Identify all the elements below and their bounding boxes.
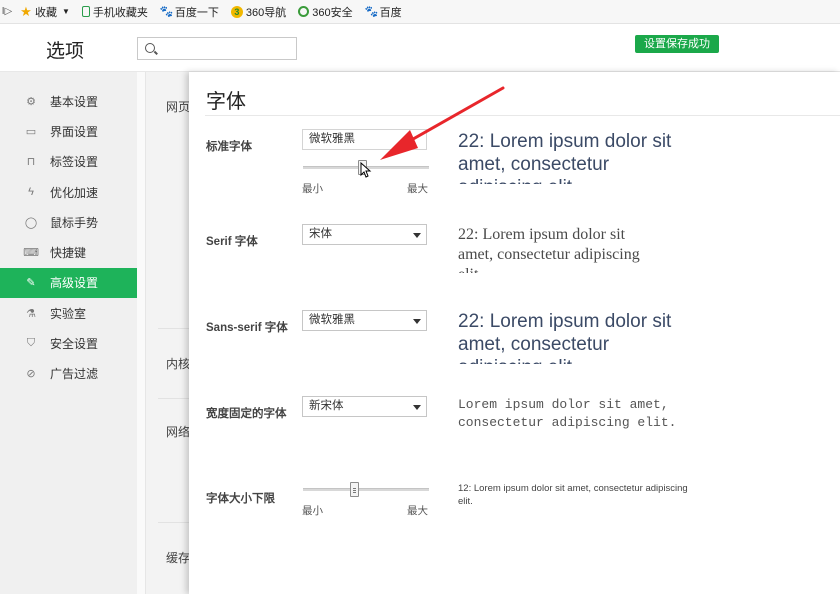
bookmark-label: 手机收藏夹	[92, 6, 148, 19]
sidebar-item-security[interactable]: ⛉ 安全设置	[0, 328, 137, 358]
sidebar-item-optimize[interactable]: ϟ 优化加速	[0, 177, 137, 207]
options-header: 选项 设置保存成功	[0, 25, 840, 72]
dialog-title: 字体	[206, 91, 246, 113]
min-font-size-slider[interactable]	[303, 480, 429, 500]
chevron-down-icon[interactable]: ▼	[62, 7, 70, 16]
360-safe-icon	[298, 6, 310, 17]
mouse-icon: ◯	[24, 216, 38, 229]
sidebar-item-label: 标签设置	[50, 155, 99, 170]
block-icon: ⊘	[26, 368, 36, 381]
section-label-network: 网络	[166, 425, 191, 439]
slider-thumb[interactable]	[350, 482, 359, 497]
bookmark-nav-arrow-icon[interactable]: I▷	[0, 6, 14, 17]
fixed-width-font-value: 新宋体	[309, 400, 344, 412]
sidebar-item-interface[interactable]: ▭ 界面设置	[0, 116, 137, 146]
serif-font-label: Serif 字体	[206, 236, 258, 248]
slider-max-label: 最大	[407, 505, 428, 517]
bookmark-label: 百度	[379, 6, 402, 19]
font-settings-dialog: 字体 标准字体 微软雅黑 最小 最大 22: Lorem ipsum dolor…	[189, 72, 840, 594]
min-font-size-preview: 12: Lorem ipsum dolor sit amet, consecte…	[458, 483, 688, 507]
bookmarks-bar: I▷ ★ 收藏 ▼ 手机收藏夹 🐾 百度一下 3 360导航 360安全 🐾 百…	[0, 0, 840, 24]
fixed-width-font-preview: Lorem ipsum dolor sit amet, consectetur …	[458, 397, 677, 430]
sidebar-item-label: 广告过滤	[50, 367, 99, 382]
bookmark-favorites-label: 收藏	[35, 6, 57, 19]
bookmark-favorites[interactable]: ★ 收藏 ▼	[14, 4, 76, 20]
sidebar-item-lab[interactable]: ⚗ 实验室	[0, 298, 137, 328]
search-box[interactable]	[137, 37, 297, 60]
search-input[interactable]	[160, 40, 290, 57]
sidebar-item-label: 实验室	[50, 306, 87, 321]
sidebar-item-tabs[interactable]: ⊓ 标签设置	[0, 147, 137, 177]
slider-max-label: 最大	[407, 183, 428, 195]
360-nav-icon: 3	[230, 5, 243, 18]
slider-track	[303, 488, 429, 491]
lightning-icon: ϟ	[28, 186, 34, 199]
bookmark-item[interactable]: 🐾 百度	[359, 4, 408, 20]
standard-font-label: 标准字体	[206, 141, 252, 153]
standard-font-select[interactable]: 微软雅黑	[302, 129, 427, 150]
sidebar-item-label: 快捷键	[50, 246, 87, 261]
sidebar-item-label: 安全设置	[50, 337, 99, 352]
sidebar-item-label: 界面设置	[50, 124, 99, 139]
sans-serif-font-select[interactable]: 微软雅黑	[302, 310, 427, 331]
bookmark-item[interactable]: 手机收藏夹	[76, 4, 154, 20]
search-icon	[145, 43, 155, 53]
sidebar-item-label: 优化加速	[50, 185, 99, 200]
chevron-down-icon	[413, 405, 421, 410]
mouse-cursor-icon	[360, 162, 372, 178]
sans-serif-font-value: 微软雅黑	[309, 314, 355, 326]
gear-icon: ⚙	[26, 95, 36, 108]
sidebar-item-advanced[interactable]: ✎ 高级设置	[0, 267, 137, 299]
serif-font-preview: 22: Lorem ipsum dolor sit amet, consecte…	[458, 226, 640, 273]
bookmark-label: 百度一下	[174, 6, 219, 19]
slider-min-label: 最小	[302, 505, 323, 517]
dialog-divider	[205, 115, 840, 116]
wrench-icon: ✎	[26, 277, 36, 290]
chevron-down-icon	[413, 319, 421, 324]
flask-icon: ⚗	[26, 307, 36, 320]
sans-serif-font-preview: 22: Lorem ipsum dolor sit amet, consecte…	[458, 311, 672, 364]
sidebar-item-basic[interactable]: ⚙ 基本设置	[0, 86, 137, 116]
standard-font-preview: 22: Lorem ipsum dolor sit amet, consecte…	[458, 131, 672, 184]
star-icon: ★	[20, 3, 32, 19]
sidebar-item-label: 鼠标手势	[50, 215, 99, 230]
serif-font-select[interactable]: 宋体	[302, 224, 427, 245]
standard-font-value: 微软雅黑	[309, 133, 355, 145]
shield-icon: ⛉	[26, 337, 36, 350]
chevron-down-icon	[413, 233, 421, 238]
min-font-size-label: 字体大小下限	[206, 493, 275, 505]
serif-font-value: 宋体	[309, 228, 332, 240]
bookmark-label: 360安全	[312, 6, 353, 19]
slider-min-label: 最小	[302, 183, 323, 195]
baidu-paw-icon: 🐾	[159, 5, 174, 18]
sidebar-item-label: 高级设置	[50, 276, 99, 291]
keyboard-icon: ⌨	[23, 247, 39, 260]
bookmark-item[interactable]: 🐾 百度一下	[154, 4, 225, 20]
tab-icon: ⊓	[26, 156, 36, 169]
phone-icon	[81, 6, 90, 17]
sans-serif-font-label: Sans-serif 字体	[206, 322, 288, 334]
bookmark-item[interactable]: 360安全	[292, 4, 358, 20]
sidebar-item-adblock[interactable]: ⊘ 广告过滤	[0, 359, 137, 389]
baidu-paw-icon: 🐾	[364, 5, 379, 18]
settings-sidebar: ⚙ 基本设置 ▭ 界面设置 ⊓ 标签设置 ϟ 优化加速 ◯ 鼠标手势 ⌨ 快捷键…	[0, 72, 137, 594]
sidebar-item-label: 基本设置	[50, 94, 99, 109]
sidebar-item-shortcuts[interactable]: ⌨ 快捷键	[0, 237, 137, 267]
fixed-width-font-label: 宽度固定的字体	[206, 408, 287, 420]
fixed-width-font-select[interactable]: 新宋体	[302, 396, 427, 417]
bookmark-item[interactable]: 3 360导航	[225, 4, 292, 20]
bookmark-label: 360导航	[245, 6, 287, 19]
page-title: 选项	[46, 41, 85, 62]
window-icon: ▭	[25, 125, 37, 138]
save-status-badge: 设置保存成功	[635, 35, 719, 53]
sidebar-item-mouse-gestures[interactable]: ◯ 鼠标手势	[0, 207, 137, 237]
